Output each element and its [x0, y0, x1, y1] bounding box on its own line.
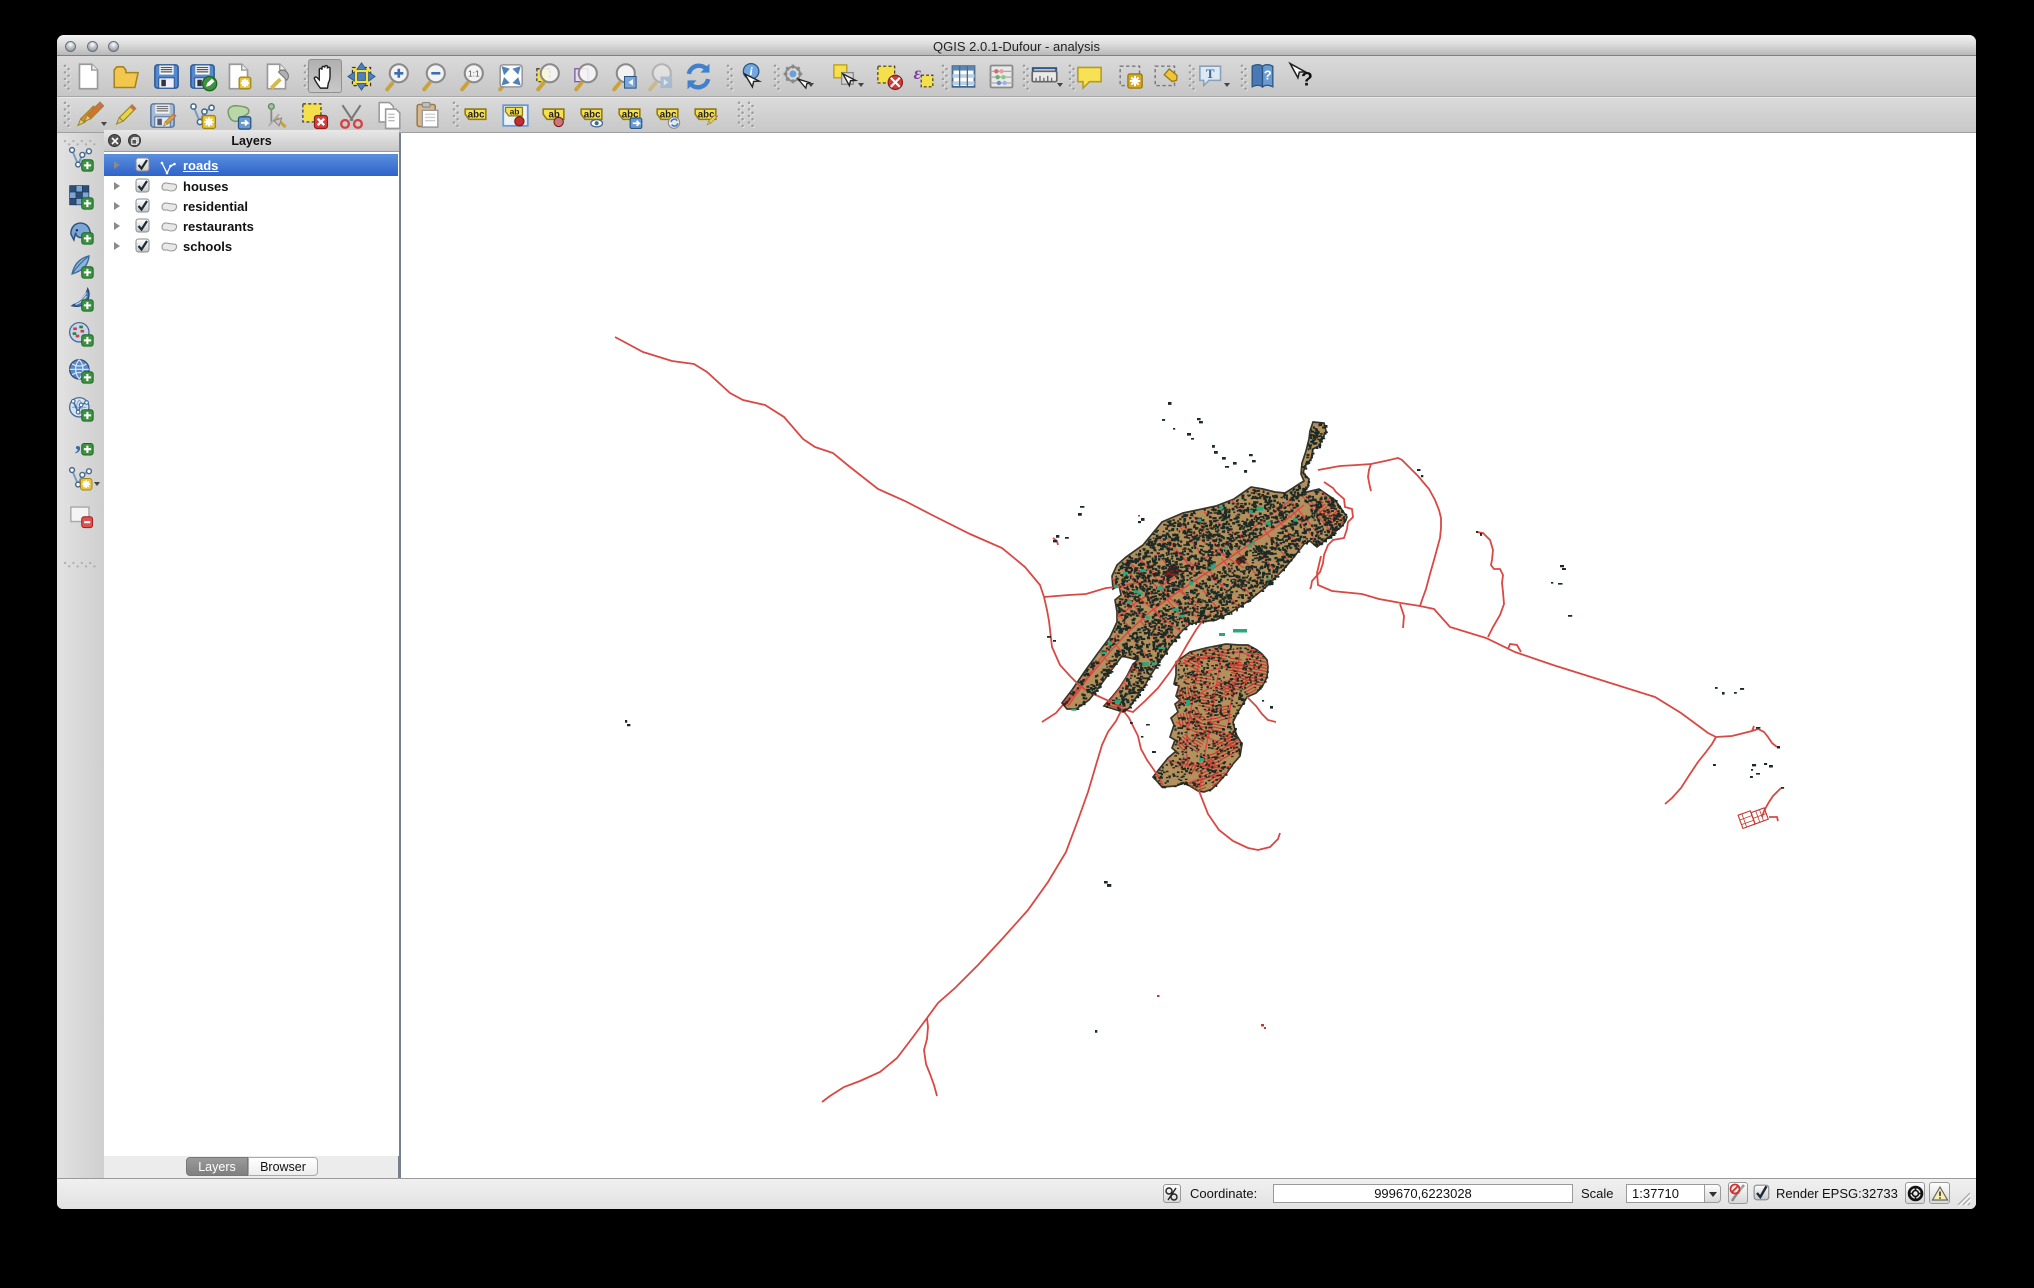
svg-text:ε: ε [913, 63, 921, 83]
svg-text:1:1: 1:1 [467, 68, 479, 78]
svg-text:?: ? [1301, 68, 1313, 90]
svg-text:T: T [1205, 65, 1214, 80]
svg-text:ab: ab [509, 106, 519, 116]
svg-text:?: ? [1263, 67, 1271, 82]
svg-text:,: , [75, 429, 81, 456]
svg-text:abc: abc [467, 109, 484, 120]
svg-text:abc: abc [583, 109, 600, 120]
